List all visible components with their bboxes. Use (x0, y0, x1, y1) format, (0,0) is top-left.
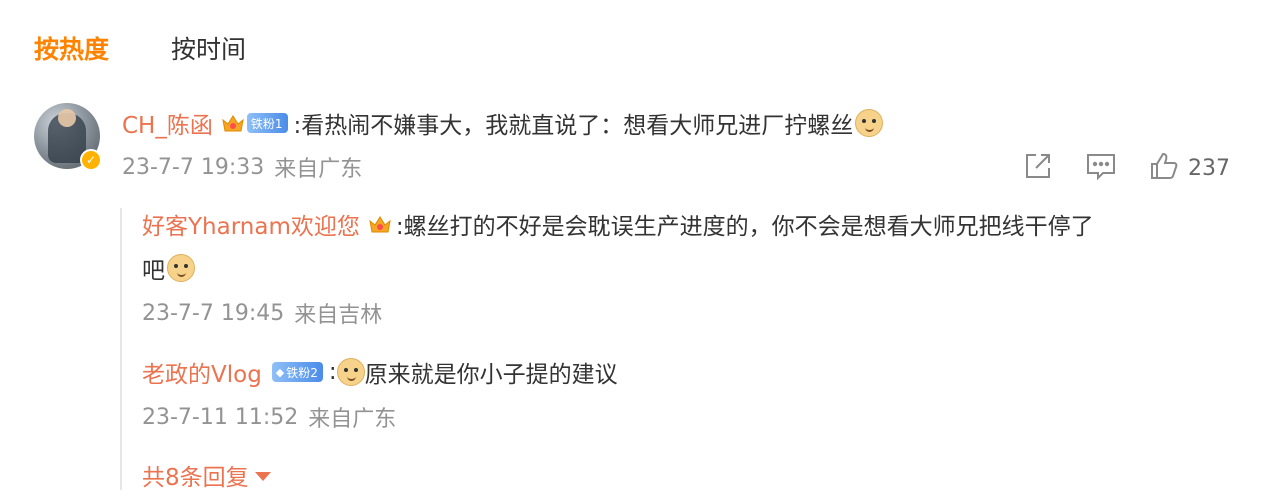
crown-icon (368, 213, 392, 235)
reply-2-line: 老政的Vlog ◆ 铁粉2 : 原来就是你小子提的建议 (142, 354, 618, 390)
reply-2-time: 23-7-11 11:52 (142, 404, 299, 430)
share-icon[interactable] (1022, 150, 1054, 186)
reply-1-time: 23-7-7 19:45 (142, 300, 285, 326)
avatar[interactable]: ✓ (34, 103, 102, 171)
diamond-icon: ◆ (275, 365, 285, 379)
reply-1-meta: 23-7-7 19:45 来自吉林 (142, 298, 383, 329)
comment-actions: 237 (1022, 150, 1230, 186)
reply-1-line2: 吧 (142, 250, 195, 286)
fan-badge: 铁粉1 (246, 113, 288, 133)
doge-emoji-icon (336, 358, 365, 386)
caret-down-icon (254, 472, 271, 481)
comment-meta: 23-7-7 19:33 来自广东 (122, 152, 363, 183)
reply-2-colon: : (328, 359, 337, 385)
comment-username[interactable]: CH_陈函 (122, 106, 213, 140)
comment-time: 23-7-7 19:33 (122, 154, 265, 180)
sort-tabs: 按热度 按时间 (34, 30, 308, 70)
fan-badge-label: 铁粉2 (286, 365, 318, 380)
tab-sort-hot[interactable]: 按热度 (34, 30, 109, 70)
reply-1-location: 来自吉林 (294, 303, 383, 328)
comment-location: 来自广东 (274, 157, 363, 182)
reply-2-meta: 23-7-11 11:52 来自广东 (142, 402, 397, 433)
crown-icon (221, 112, 245, 134)
reply-2-location: 来自广东 (308, 407, 397, 432)
comment-text: :看热闹不嫌事大，我就直说了：想看大师兄进厂拧螺丝 (293, 113, 854, 139)
verified-badge-icon: ✓ (80, 149, 102, 171)
more-replies-label: 共8条回复 (142, 465, 249, 491)
reply-1-text-cont: 吧 (142, 258, 165, 284)
comment-icon[interactable] (1084, 150, 1118, 186)
like-icon[interactable] (1148, 150, 1180, 186)
comment-line: CH_陈函 铁粉1 :看热闹不嫌事大，我就直说了：想看大师兄进厂拧螺丝 (122, 104, 884, 142)
tab-sort-time[interactable]: 按时间 (171, 30, 246, 70)
fan-badge: ◆ 铁粉2 (271, 362, 323, 382)
reply-1-username[interactable]: 好客Yharnam欢迎您 (142, 207, 360, 241)
reply-2-text: 原来就是你小子提的建议 (364, 362, 618, 388)
avatar-head (58, 109, 76, 127)
doge-emoji-icon (855, 109, 884, 137)
reply-divider (120, 208, 122, 490)
reply-1-line1: 好客Yharnam欢迎您 :螺丝打的不好是会耽误生产进度的，你不会是想看大师兄把… (142, 206, 1094, 242)
reply-2-username[interactable]: 老政的Vlog (142, 355, 262, 389)
reply-1-text: :螺丝打的不好是会耽误生产进度的，你不会是想看大师兄把线干停了 (395, 214, 1094, 240)
fan-badge-label: 铁粉1 (250, 116, 283, 131)
like-count: 237 (1188, 155, 1230, 181)
more-replies-link[interactable]: 共8条回复 (142, 458, 271, 492)
doge-emoji-icon (167, 254, 195, 282)
